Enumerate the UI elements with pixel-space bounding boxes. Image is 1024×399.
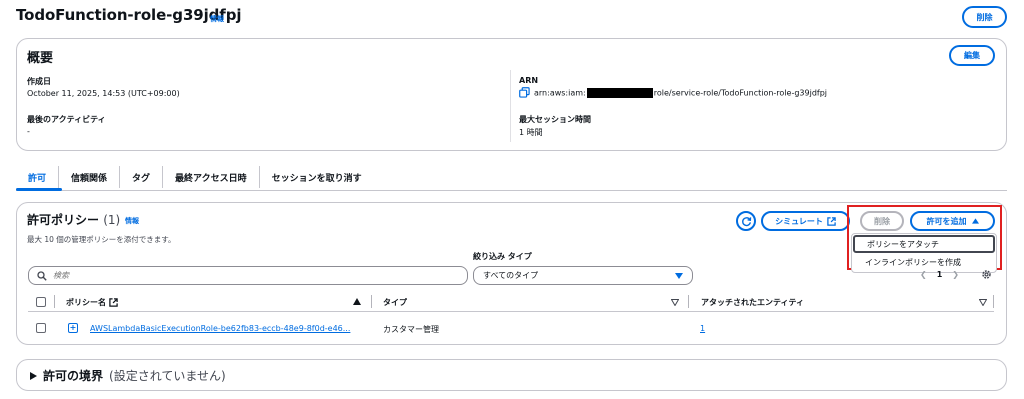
next-page-icon[interactable]: ❯ [952,270,959,279]
search-icon [37,270,47,281]
simulate-label: シミュレート [775,216,823,226]
created-label: 作成日 [27,77,51,86]
column-divider [688,295,689,308]
caret-right-icon [30,371,37,380]
column-header-policy-name[interactable]: ポリシー名 [66,297,118,308]
last-activity-value: - [27,127,30,136]
copy-icon[interactable] [519,87,530,98]
search-input[interactable] [53,271,433,280]
prev-page-icon[interactable]: ❮ [920,270,927,279]
tab-last-accessed[interactable]: 最終アクセス日時 [163,166,260,188]
boundary-title: 許可の境界 [43,369,104,383]
column-header-entities[interactable]: アタッチされたエンティティ [701,297,804,308]
tab-trust-relationships[interactable]: 信頼関係 [59,166,121,188]
tab-bar: 許可 信頼関係 タグ 最終アクセス日時 セッションを取り消す [16,166,374,190]
caret-down-icon [675,272,683,279]
page-title: TodoFunction-role-g39jdfpj [16,6,242,24]
filter-type-label: 絞り込み タイプ [473,252,532,261]
permissions-title-text: 許可ポリシー [27,213,100,227]
arn-suffix: role/service-role/TodoFunction-role-g39j… [653,88,828,98]
filter-type-value: すべてのタイプ [483,271,539,280]
menu-item-create-inline-policy[interactable]: インラインポリシーを作成 [853,256,995,268]
arn-prefix: arn:aws:iam: [534,88,586,98]
arn-value: arn:aws:iam: role/service-role/TodoFuncti… [534,88,827,98]
overview-divider [510,70,511,142]
gear-icon[interactable] [981,269,992,280]
permissions-info-link[interactable]: 情報 [125,216,139,226]
created-value: October 11, 2025, 14:53 (UTC+09:00) [27,89,180,98]
menu-item-attach-policy[interactable]: ポリシーをアタッチ [853,235,995,253]
filter-type-select[interactable]: すべてのタイプ [473,266,693,285]
active-tab-indicator [16,188,62,191]
attached-entities-link[interactable]: 1 [700,324,705,333]
sort-icon[interactable] [979,299,987,306]
last-activity-label: 最後のアクティビティ [27,115,106,124]
select-all-checkbox[interactable] [36,297,46,307]
sort-ascending-icon[interactable] [353,298,361,305]
max-session-label: 最大セッション時間 [519,115,591,124]
column-divider [54,295,55,308]
policy-count: (1) [103,213,121,227]
policy-name-link[interactable]: AWSLambdaBasicExecutionRole-be62fb83-ecc… [90,324,350,333]
expand-row-icon[interactable]: + [68,323,78,333]
sort-icon[interactable] [671,299,679,306]
current-page[interactable]: 1 [937,270,943,279]
refresh-button[interactable] [736,211,756,231]
tab-permissions[interactable]: 許可 [16,166,60,188]
tab-revoke-sessions[interactable]: セッションを取り消す [260,166,374,188]
arn-label: ARN [519,76,539,85]
external-link-icon [827,216,836,226]
pagination: ❮ 1 ❯ [920,270,959,279]
policy-type: カスタマー管理 [383,325,439,334]
info-link[interactable]: 情報 [210,14,224,24]
max-session-value: 1 時間 [519,128,543,137]
policy-search[interactable] [28,266,468,285]
column-divider [371,295,372,308]
column-header-type[interactable]: タイプ [383,297,407,308]
permissions-description: 最大 10 個の管理ポリシーを添付できます。 [27,235,176,244]
edit-button[interactable]: 編集 [949,45,995,66]
permissions-title: 許可ポリシー (1) [27,211,120,228]
overview-title: 概要 [27,51,54,66]
redacted-account-id [586,88,653,98]
table-header-divider [28,311,994,312]
tabs-divider [16,190,1007,191]
row-checkbox[interactable] [36,323,46,333]
column-divider [993,295,994,308]
policy-name-header-label: ポリシー名 [66,298,106,307]
tab-tags[interactable]: タグ [120,166,164,188]
external-link-icon [109,298,118,307]
permissions-boundary-header[interactable]: 許可の境界 (設定されていません) [30,367,226,384]
boundary-status: (設定されていません) [109,369,226,383]
delete-role-button[interactable]: 削除 [962,6,1007,28]
simulate-button[interactable]: シミュレート [761,211,850,231]
refresh-icon [741,216,751,226]
